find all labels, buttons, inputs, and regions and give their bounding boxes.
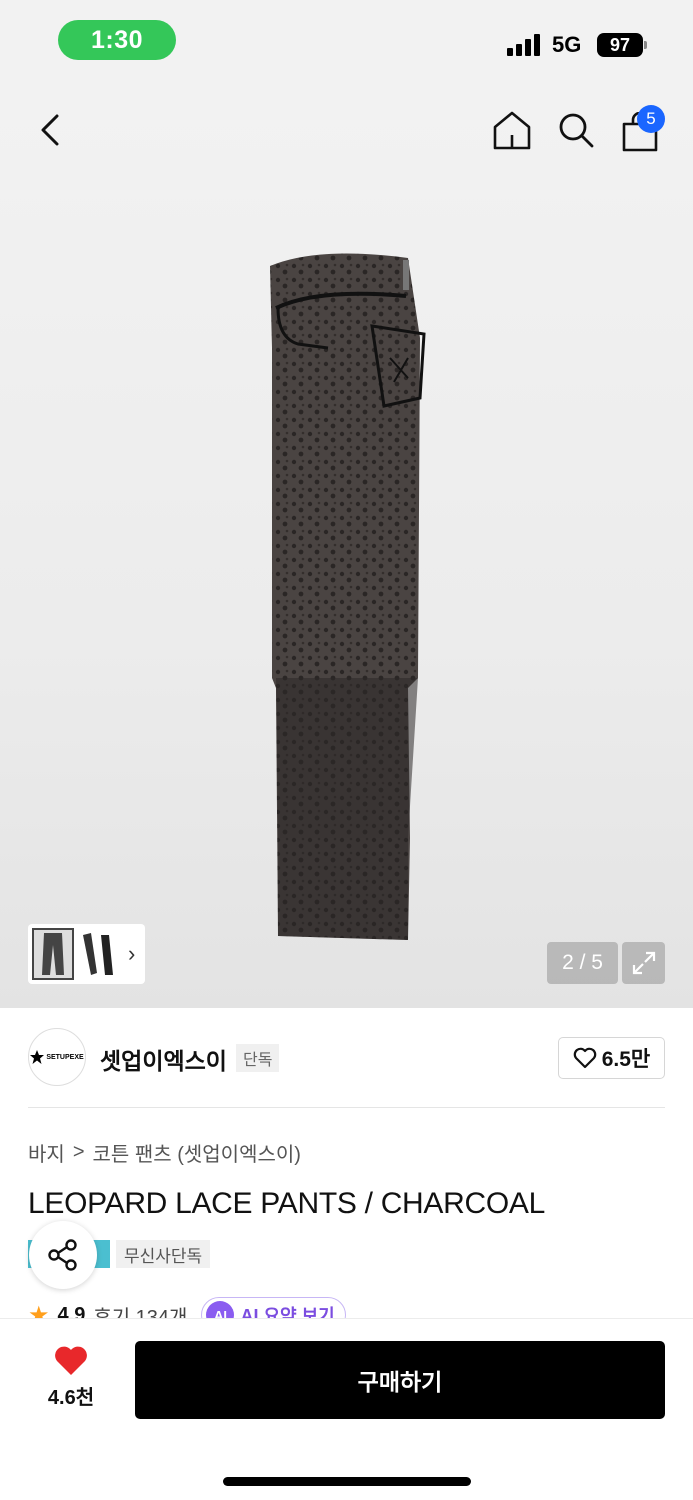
bottom-action-bar: 4.6천 구매하기 <box>0 1318 693 1500</box>
product-image <box>270 253 426 940</box>
battery-tip <box>644 41 647 49</box>
wishlist-button[interactable]: 4.6천 <box>30 1345 112 1410</box>
chevron-left-icon <box>41 114 59 146</box>
home-icon <box>493 111 531 150</box>
buy-button[interactable]: 구매하기 <box>135 1341 665 1419</box>
home-button[interactable] <box>488 106 536 154</box>
heart-filled-icon <box>55 1346 87 1375</box>
breadcrumb-category[interactable]: 바지 <box>28 1138 65 1167</box>
pants-thumbnail-icon <box>42 933 64 975</box>
breadcrumb-subcategory[interactable]: 코튼 팬츠 (셋업이엑스이) <box>93 1138 301 1167</box>
share-icon <box>48 1239 77 1271</box>
chevron-right-icon[interactable]: › <box>128 941 135 967</box>
thumbnail-2[interactable] <box>78 928 120 980</box>
share-button[interactable] <box>29 1221 97 1289</box>
image-page-counter: 2 / 5 <box>547 942 618 984</box>
brand-like-count: 6.5만 <box>601 1048 651 1071</box>
search-icon <box>559 113 594 148</box>
network-type: 5G <box>552 32 582 57</box>
cart-count-badge: 5 <box>637 105 665 133</box>
brand-logo[interactable]: SETUPEXE <box>28 1028 86 1086</box>
back-button[interactable] <box>26 106 74 154</box>
star-logo-icon <box>30 1050 45 1064</box>
brand-logo-text: SETUPEXE <box>46 1053 84 1061</box>
breadcrumb: 바지 > 코튼 팬츠 (셋업이엑스이) <box>28 1138 301 1167</box>
home-indicator <box>223 1477 471 1486</box>
status-time: 1:30 <box>58 20 176 60</box>
exclusive-tag: 무신사단독 <box>116 1240 211 1268</box>
wishlist-count: 4.6천 <box>47 1387 95 1409</box>
brand-exclusive-tag: 단독 <box>236 1044 280 1072</box>
thumbnail-1[interactable] <box>32 928 74 980</box>
product-title: LEOPARD LACE PANTS / CHARCOAL <box>28 1187 545 1220</box>
signal-icon <box>507 34 540 56</box>
brand-row: SETUPEXE 셋업이엑스이 단독 6.5만 <box>28 1028 665 1088</box>
expand-icon <box>632 951 655 975</box>
thumbnail-strip[interactable]: › <box>28 924 145 984</box>
brand-like-button[interactable]: 6.5만 <box>558 1037 665 1079</box>
search-button[interactable] <box>552 106 600 154</box>
battery-icon: 97 <box>597 33 643 57</box>
brand-name[interactable]: 셋업이엑스이 <box>100 1042 227 1076</box>
divider <box>28 1107 665 1108</box>
breadcrumb-separator: > <box>72 1141 85 1163</box>
heart-outline-icon <box>573 1047 597 1069</box>
expand-button[interactable] <box>622 942 665 984</box>
pants-thumbnail-icon <box>83 933 113 975</box>
status-bar: 1:30 5G 97 <box>0 0 693 80</box>
